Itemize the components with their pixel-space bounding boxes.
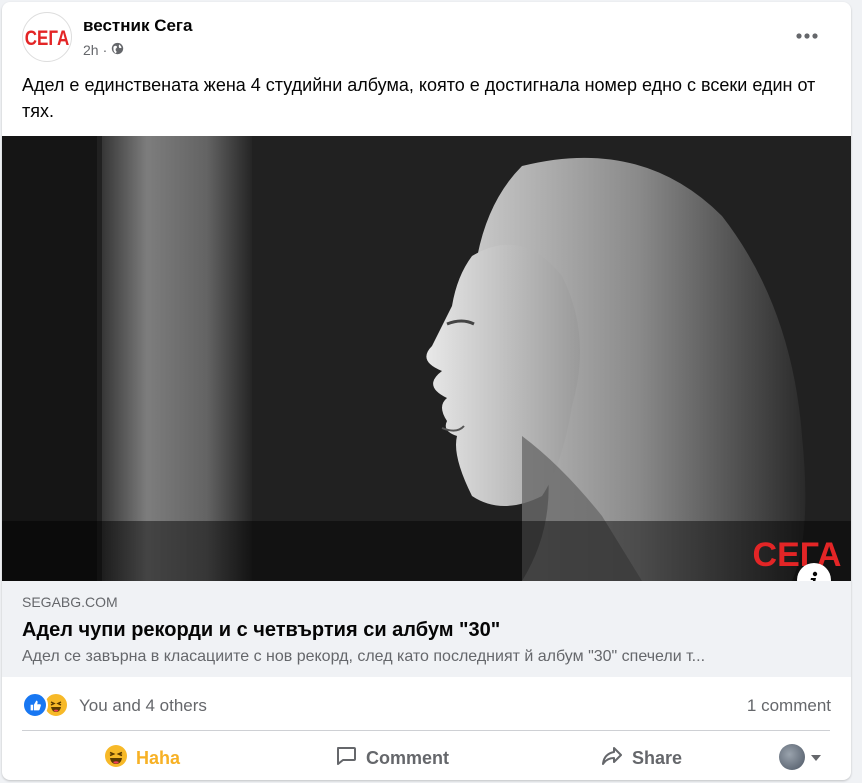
post-text: Адел е единствената жена 4 студийни албу… (22, 75, 816, 121)
more-options-button[interactable] (789, 22, 825, 50)
photo-illustration: СЕГА (2, 136, 851, 581)
page-avatar[interactable]: СЕГА (22, 12, 72, 62)
svg-text:СЕГА: СЕГА (25, 27, 69, 50)
link-preview[interactable]: SEGABG.COM Адел чупи рекорди и с четвърт… (2, 581, 851, 677)
actions-divider (22, 730, 830, 731)
link-domain: SEGABG.COM (22, 594, 118, 610)
haha-button[interactable]: Haha (104, 736, 180, 780)
post-photo[interactable]: СЕГА (2, 136, 851, 581)
reactions-row: You and 4 others 1 comment (2, 684, 851, 726)
sega-logo: СЕГА (25, 27, 69, 50)
post-header: СЕГА вестник Сега 2h · (2, 2, 851, 68)
comment-bubble-icon (334, 744, 358, 773)
action-bar: Haha Comment Share (2, 736, 851, 780)
comment-button[interactable]: Comment (334, 736, 449, 780)
link-description: Адел се завърна в класациите с нов рекор… (22, 648, 706, 665)
reaction-count[interactable]: You and 4 others (79, 696, 207, 716)
post-meta: 2h · (83, 42, 124, 58)
user-avatar (779, 744, 805, 770)
share-arrow-icon (600, 744, 624, 773)
globe-icon[interactable] (111, 42, 124, 58)
share-label: Share (632, 747, 683, 768)
comment-label: Comment (366, 747, 450, 768)
meta-separator: · (102, 42, 108, 58)
post-card: СЕГА вестник Сега 2h · Адел е единствена (2, 2, 851, 780)
like-icon (22, 692, 48, 718)
haha-label: Haha (136, 747, 181, 768)
reaction-icons[interactable] (22, 692, 69, 718)
svg-text:СЕГА: СЕГА (753, 536, 842, 574)
share-button[interactable]: Share (600, 736, 682, 780)
more-dots-icon (796, 33, 818, 39)
page-name[interactable]: вестник Сега (83, 16, 192, 36)
profile-switcher[interactable] (779, 744, 821, 770)
chevron-down-icon (811, 748, 821, 766)
comment-count[interactable]: 1 comment (747, 696, 831, 716)
link-title[interactable]: Адел чупи рекорди и с четвъртия си албум… (22, 619, 500, 642)
post-time[interactable]: 2h (83, 42, 99, 58)
haha-emoji-icon (104, 744, 128, 773)
